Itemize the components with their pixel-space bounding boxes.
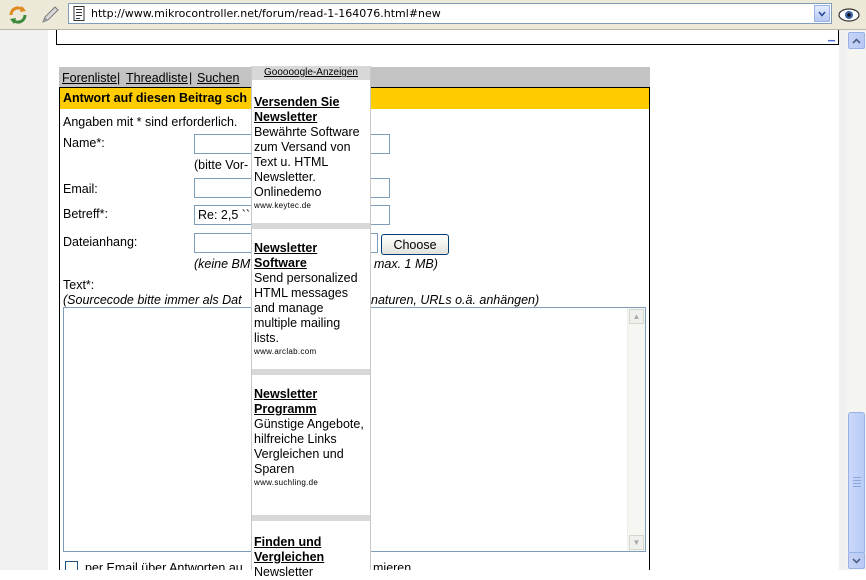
ads-header-link[interactable]: Gooooogle-Anzeigen <box>264 67 358 78</box>
ad-item[interactable]: Finden und Vergleichen Newsletter <box>254 535 368 580</box>
choose-file-button[interactable]: Choose <box>381 234 449 255</box>
nav-link-forenliste[interactable]: Forenliste <box>62 71 117 85</box>
text-hint-end: naturen, URLs o.ä. anhängen) <box>371 293 540 307</box>
ad-title[interactable]: Finden und Vergleichen <box>254 535 368 565</box>
page-margin-right <box>839 30 847 570</box>
browser-toolbar: http://www.mikrocontroller.net/forum/rea… <box>0 0 866 30</box>
ad-description: Bewährte Software zum Versand von Text u… <box>254 125 360 199</box>
ad-divider <box>252 515 370 521</box>
ads-header: Gooooogle-Anzeigen <box>252 66 370 80</box>
ad-title[interactable]: Newsletter Software <box>254 241 368 271</box>
attachment-hint-end: max. 1 MB) <box>374 257 438 271</box>
ad-item[interactable]: Versenden Sie Newsletter Bewährte Softwa… <box>254 95 368 212</box>
ad-divider <box>252 369 370 375</box>
name-hint: (bitte Vor- <box>194 158 249 172</box>
ad-item[interactable]: Newsletter Software Send personalized HT… <box>254 241 368 358</box>
ad-description: Günstige Angebote, hilfreiche Links Verg… <box>254 417 364 476</box>
text-label: Text*: <box>63 278 95 292</box>
ad-divider <box>252 223 370 229</box>
url-text[interactable]: http://www.mikrocontroller.net/forum/rea… <box>91 6 441 21</box>
ad-title[interactable]: Newsletter Programm <box>254 387 368 417</box>
notify-label: per Email über Antworten au <box>85 561 243 570</box>
ad-description: Send personalized HTML messages and mana… <box>254 271 358 345</box>
required-note: Angaben mit * sind erforderlich. <box>63 115 238 129</box>
dateianhang-label: Dateianhang: <box>63 235 138 249</box>
nav-separator: | <box>117 71 121 85</box>
ads-panel: Gooooogle-Anzeigen Versenden Sie Newslet… <box>251 66 371 579</box>
textarea-scrollbar[interactable]: ▲ ▼ <box>627 308 645 551</box>
eye-icon[interactable] <box>837 3 861 27</box>
text-hint: (Sourcecode bitte immer als Dat <box>63 293 242 307</box>
notify-label-end: mieren <box>373 561 412 570</box>
scrollbar-thumb[interactable] <box>848 412 865 554</box>
pencil-icon[interactable] <box>38 3 62 27</box>
ad-url[interactable]: www.arclab.com <box>254 346 368 358</box>
betreff-label: Betreff*: <box>63 207 108 221</box>
nav-separator: | <box>189 71 193 85</box>
email-label: Email: <box>63 182 98 196</box>
refresh-icon[interactable] <box>6 3 30 27</box>
name-label: Name*: <box>63 136 105 150</box>
minimize-icon[interactable]: ▁ <box>828 32 835 42</box>
chevron-down-icon[interactable] <box>814 5 830 22</box>
address-bar[interactable]: http://www.mikrocontroller.net/forum/rea… <box>68 3 832 24</box>
nav-link-suchen[interactable]: Suchen <box>197 71 239 85</box>
ad-url[interactable]: www.keytec.de <box>254 200 368 212</box>
scroll-up-icon[interactable]: ▲ <box>629 309 644 324</box>
nav-link-threadliste[interactable]: Threadliste <box>126 71 188 85</box>
window-scrollbar[interactable] <box>847 30 866 570</box>
page-margin-left <box>0 30 48 570</box>
scroll-up-icon[interactable] <box>848 32 865 49</box>
previous-post-box: ▁ <box>56 30 839 45</box>
ad-url[interactable]: www.suchling.de <box>254 477 368 489</box>
page-icon <box>73 6 85 21</box>
ad-item[interactable]: Newsletter Programm Günstige Angebote, h… <box>254 387 368 489</box>
ad-description: Newsletter <box>254 565 314 579</box>
page-content: ▁ Forenliste | Threadliste | Suchen Antw… <box>48 30 839 570</box>
scroll-down-icon[interactable]: ▼ <box>629 535 644 550</box>
attachment-hint: (keine BM <box>194 257 251 271</box>
scroll-down-icon[interactable] <box>848 552 865 569</box>
notify-checkbox[interactable] <box>65 561 78 570</box>
ad-title[interactable]: Versenden Sie Newsletter <box>254 95 368 125</box>
